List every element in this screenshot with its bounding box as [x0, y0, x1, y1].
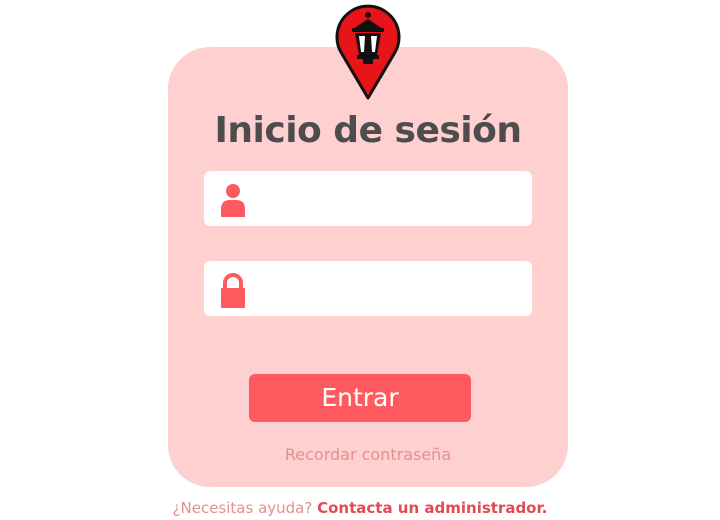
lantern-map-pin-icon — [335, 4, 401, 100]
page-title: Inicio de sesión — [214, 110, 523, 151]
password-input[interactable] — [260, 269, 520, 307]
submit-button[interactable]: Entrar — [249, 374, 471, 422]
help-text: ¿Necesitas ayuda? Contacta un administra… — [0, 499, 720, 517]
login-page: Inicio de sesión Entrar Recordar contras… — [0, 0, 720, 520]
contact-admin-link[interactable]: Contacta un administrador. — [317, 499, 547, 517]
username-field[interactable] — [204, 171, 532, 226]
lock-icon — [221, 273, 245, 308]
user-icon — [221, 184, 245, 217]
password-field[interactable] — [204, 261, 532, 316]
help-question: ¿Necesitas ayuda? — [172, 499, 313, 517]
remember-password-link[interactable]: Recordar contraseña — [168, 445, 568, 464]
username-input[interactable] — [260, 179, 520, 217]
